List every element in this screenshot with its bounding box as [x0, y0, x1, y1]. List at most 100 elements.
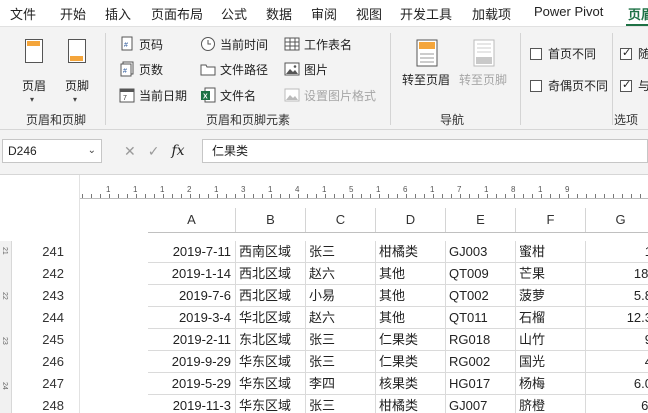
- tab-power-pivot[interactable]: Power Pivot: [534, 4, 603, 19]
- table-cell[interactable]: 杨梅: [516, 373, 586, 395]
- current-date-button[interactable]: 7 当前日期: [119, 85, 187, 105]
- current-time-button[interactable]: 当前时间: [200, 34, 268, 54]
- table-cell[interactable]: 东北区域: [236, 329, 306, 351]
- table-cell[interactable]: 2019-7-6: [148, 285, 236, 307]
- table-cell[interactable]: 2019-5-29: [148, 373, 236, 395]
- table-cell[interactable]: QT002: [446, 285, 516, 307]
- tab-page-layout[interactable]: 页面布局: [151, 4, 203, 23]
- column-header[interactable]: D: [376, 208, 446, 232]
- align-with-margins-checkbox[interactable]: 与: [620, 77, 648, 94]
- page-count-button[interactable]: # 页数: [119, 59, 163, 79]
- name-box[interactable]: D246 ⌄: [2, 139, 102, 163]
- column-header[interactable]: C: [306, 208, 376, 232]
- table-cell[interactable]: QT011: [446, 307, 516, 329]
- format-picture-button[interactable]: 设置图片格式: [284, 85, 376, 105]
- insert-function-icon[interactable]: fx: [171, 143, 184, 159]
- table-cell[interactable]: 2019-3-4: [148, 307, 236, 329]
- footer-button[interactable]: 页脚 ▾: [57, 35, 97, 104]
- table-cell[interactable]: 柑橘类: [376, 395, 446, 413]
- table-cell[interactable]: 2019-1-14: [148, 263, 236, 285]
- tab-insert[interactable]: 插入: [105, 4, 131, 23]
- table-cell[interactable]: 2019-9-29: [148, 351, 236, 373]
- table-cell[interactable]: 华东区域: [236, 395, 306, 413]
- file-path-button[interactable]: 文件路径: [200, 59, 268, 79]
- goto-footer-button[interactable]: 转至页脚: [455, 37, 511, 97]
- tab-header-footer[interactable]: 页眉: [628, 4, 648, 23]
- table-cell[interactable]: RG002: [446, 351, 516, 373]
- row-header[interactable]: 241: [20, 241, 64, 263]
- table-cell[interactable]: 脐橙: [516, 395, 586, 413]
- table-cell[interactable]: 芒果: [516, 263, 586, 285]
- table-cell[interactable]: 5.8: [586, 285, 648, 307]
- table-cell[interactable]: 华北区域: [236, 307, 306, 329]
- row-header[interactable]: 243: [20, 285, 64, 307]
- table-cell[interactable]: 西北区域: [236, 263, 306, 285]
- table-cell[interactable]: 国光: [516, 351, 586, 373]
- table-cell[interactable]: 张三: [306, 395, 376, 413]
- column-header[interactable]: G: [586, 208, 648, 232]
- table-cell[interactable]: 9: [586, 329, 648, 351]
- table-cell[interactable]: 山竹: [516, 329, 586, 351]
- picture-button[interactable]: 图片: [284, 59, 328, 79]
- table-cell[interactable]: 李四: [306, 373, 376, 395]
- table-cell[interactable]: RG018: [446, 329, 516, 351]
- table-cell[interactable]: 仁果类: [376, 329, 446, 351]
- row-header[interactable]: 248: [20, 395, 64, 413]
- goto-header-button[interactable]: 转至页眉: [398, 37, 454, 97]
- formula-input[interactable]: 仁果类: [202, 139, 648, 163]
- table-cell[interactable]: 12.3: [586, 307, 648, 329]
- table-cell[interactable]: 西北区域: [236, 285, 306, 307]
- first-page-different-checkbox[interactable]: 首页不同: [530, 45, 596, 62]
- tab-formulas[interactable]: 公式: [221, 4, 247, 23]
- table-cell[interactable]: 赵六: [306, 263, 376, 285]
- table-cell[interactable]: 其他: [376, 285, 446, 307]
- cancel-icon[interactable]: ✕: [124, 143, 136, 160]
- odd-even-different-checkbox[interactable]: 奇偶页不同: [530, 77, 608, 94]
- column-header[interactable]: E: [446, 208, 516, 232]
- table-cell[interactable]: HG017: [446, 373, 516, 395]
- table-cell[interactable]: 西南区域: [236, 241, 306, 263]
- table-cell[interactable]: 仁果类: [376, 351, 446, 373]
- table-cell[interactable]: 6.0: [586, 373, 648, 395]
- column-header[interactable]: F: [516, 208, 586, 232]
- table-cell[interactable]: 石榴: [516, 307, 586, 329]
- table-cell[interactable]: 张三: [306, 241, 376, 263]
- table-cell[interactable]: 其他: [376, 263, 446, 285]
- tab-addins[interactable]: 加载项: [472, 4, 511, 23]
- page-number-button[interactable]: # 页码: [119, 34, 163, 54]
- tab-view[interactable]: 视图: [356, 4, 382, 23]
- table-cell[interactable]: 1: [586, 241, 648, 263]
- table-cell[interactable]: 张三: [306, 351, 376, 373]
- row-header[interactable]: 245: [20, 329, 64, 351]
- table-cell[interactable]: 其他: [376, 307, 446, 329]
- scale-with-document-checkbox[interactable]: 随: [620, 45, 648, 62]
- column-header[interactable]: B: [236, 208, 306, 232]
- table-cell[interactable]: GJ003: [446, 241, 516, 263]
- table-cell[interactable]: 2019-2-11: [148, 329, 236, 351]
- row-header[interactable]: 246: [20, 351, 64, 373]
- table-cell[interactable]: 张三: [306, 329, 376, 351]
- row-header[interactable]: 244: [20, 307, 64, 329]
- table-cell[interactable]: GJ007: [446, 395, 516, 413]
- table-cell[interactable]: 2019-7-11: [148, 241, 236, 263]
- table-cell[interactable]: 华东区域: [236, 373, 306, 395]
- tab-developer[interactable]: 开发工具: [400, 4, 452, 23]
- table-cell[interactable]: 赵六: [306, 307, 376, 329]
- row-header[interactable]: 242: [20, 263, 64, 285]
- table-cell[interactable]: 小易: [306, 285, 376, 307]
- table-cell[interactable]: 柑橘类: [376, 241, 446, 263]
- column-header[interactable]: A: [148, 208, 236, 232]
- tab-review[interactable]: 审阅: [311, 4, 337, 23]
- table-cell[interactable]: QT009: [446, 263, 516, 285]
- table-cell[interactable]: 18.: [586, 263, 648, 285]
- confirm-icon[interactable]: ✓: [148, 143, 160, 160]
- table-cell[interactable]: 华东区域: [236, 351, 306, 373]
- table-cell[interactable]: 核果类: [376, 373, 446, 395]
- table-cell[interactable]: 菠萝: [516, 285, 586, 307]
- tab-home[interactable]: 开始: [60, 4, 86, 23]
- tab-file[interactable]: 文件: [10, 4, 36, 23]
- row-header[interactable]: 247: [20, 373, 64, 395]
- chevron-down-icon[interactable]: ⌄: [88, 140, 96, 162]
- table-cell[interactable]: 6.: [586, 395, 648, 413]
- table-cell[interactable]: 4: [586, 351, 648, 373]
